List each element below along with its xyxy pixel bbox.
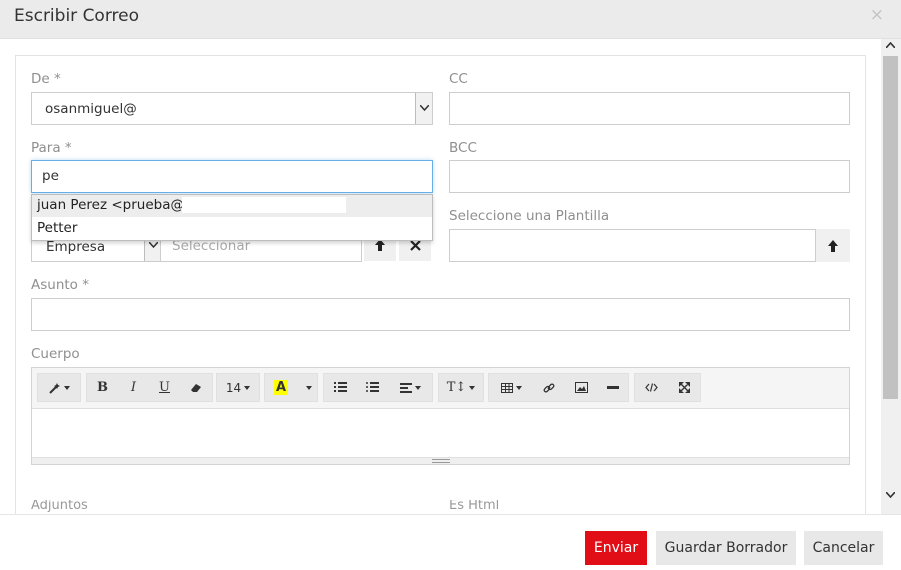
font-size-group: 14: [216, 373, 260, 402]
autocomplete-item-label: juan Perez <prueba@: [37, 197, 184, 213]
template-label: Seleccione una Plantilla: [449, 208, 610, 224]
horizontal-rule-icon[interactable]: [597, 374, 629, 401]
modal-header: Escribir Correo ×: [0, 0, 901, 39]
to-input[interactable]: pe: [31, 160, 433, 193]
underline-icon[interactable]: U: [149, 374, 180, 401]
redacted-region: [182, 197, 346, 213]
to-label: Para *: [31, 140, 72, 156]
subject-input[interactable]: [31, 298, 850, 331]
save-draft-button[interactable]: Guardar Borrador: [656, 531, 796, 565]
autocomplete-item[interactable]: Petter: [32, 218, 432, 240]
color-icon[interactable]: A: [265, 374, 297, 401]
cc-label: CC: [449, 71, 468, 87]
fullscreen-icon[interactable]: [668, 374, 700, 401]
color-letter: A: [273, 380, 289, 395]
bcc-input[interactable]: [449, 160, 850, 193]
bold-icon[interactable]: B: [87, 374, 118, 401]
redacted-region: [138, 97, 198, 119]
scroll-up-icon[interactable]: [885, 41, 896, 51]
color-group: A: [264, 373, 318, 402]
italic-icon[interactable]: I: [118, 374, 149, 401]
cancel-button[interactable]: Cancelar: [804, 531, 883, 565]
upload-arrow-icon[interactable]: [816, 229, 850, 262]
picture-icon[interactable]: [565, 374, 597, 401]
from-value: osanmiguel@: [45, 101, 137, 117]
editor-resize-handle[interactable]: [32, 457, 849, 464]
chevron-down-icon[interactable]: [297, 374, 317, 401]
code-view-icon[interactable]: [635, 374, 668, 401]
autocomplete-item[interactable]: juan Perez <prueba@: [32, 195, 432, 217]
modal-title: Escribir Correo: [14, 6, 140, 26]
view-group: [634, 373, 701, 402]
table-icon[interactable]: [489, 374, 533, 401]
paragraph-group: [323, 373, 433, 402]
font-size-value: 14: [225, 380, 242, 395]
scrollbar-thumb[interactable]: [883, 56, 898, 399]
rich-text-editor[interactable]: B I U 14 A T↕: [31, 367, 850, 465]
line-height-icon[interactable]: T↕: [439, 374, 483, 401]
attachments-label-clip: Adjuntos: [31, 500, 231, 514]
send-button[interactable]: Enviar: [585, 531, 647, 565]
magic-wand-icon[interactable]: [38, 374, 80, 401]
editor-toolbar: B I U 14 A T↕: [32, 368, 849, 409]
company-value: Empresa: [46, 239, 106, 255]
to-value: pe: [42, 168, 59, 184]
insert-group: [488, 373, 629, 402]
scroll-down-icon[interactable]: [885, 491, 896, 501]
compose-email-modal: Escribir Correo × De * osanmiguel@ CC Pa…: [0, 0, 901, 570]
from-label: De *: [31, 71, 61, 87]
subject-label: Asunto *: [31, 277, 89, 293]
autocomplete-dropdown: juan Perez <prueba@ Petter: [31, 194, 433, 241]
scrollbar[interactable]: [881, 39, 901, 514]
font-size-icon[interactable]: 14: [217, 374, 259, 401]
chevron-down-icon[interactable]: [415, 93, 432, 124]
html-label-clip: Es Html: [449, 500, 649, 514]
attachments-label: Adjuntos: [31, 500, 88, 513]
html-label: Es Html: [449, 500, 500, 513]
autocomplete-item-label: Petter: [37, 220, 78, 236]
close-icon[interactable]: ×: [870, 5, 884, 25]
modal-footer: Enviar Guardar Borrador Cancelar: [0, 514, 901, 570]
unordered-list-icon[interactable]: [356, 374, 388, 401]
bcc-label: BCC: [449, 140, 477, 156]
link-icon[interactable]: [533, 374, 565, 401]
from-select[interactable]: osanmiguel@: [31, 92, 433, 125]
align-icon[interactable]: [388, 374, 432, 401]
cc-input[interactable]: [449, 92, 850, 125]
eraser-icon[interactable]: [180, 374, 211, 401]
template-input[interactable]: [449, 229, 816, 262]
body-label: Cuerpo: [31, 346, 80, 362]
ordered-list-icon[interactable]: [324, 374, 356, 401]
line-height-group: T↕: [438, 373, 484, 402]
font-style-group: B I U: [86, 373, 213, 402]
line-height-glyph: T↕: [446, 380, 467, 395]
style-group: [37, 373, 81, 402]
